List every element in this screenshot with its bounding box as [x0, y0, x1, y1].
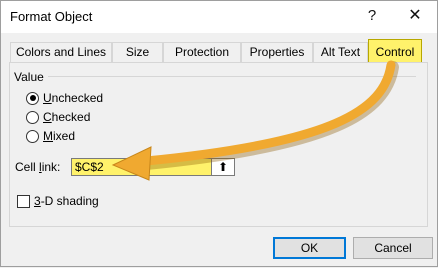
radio-mixed[interactable]: Mixed [26, 128, 75, 144]
format-object-dialog: Format Object ? ✕ Colors and Lines Size … [0, 0, 438, 267]
dialog-title: Format Object [10, 9, 93, 24]
tab-protection[interactable]: Protection [163, 42, 241, 62]
radio-button-icon[interactable] [26, 91, 39, 105]
cell-link-label: Cell link: [15, 160, 61, 174]
cancel-button[interactable]: Cancel [353, 237, 433, 259]
collapse-dialog-button[interactable]: ⬆ [211, 158, 235, 176]
shading-checkbox-row[interactable]: 3-D shading [17, 194, 99, 208]
collapse-dialog-icon: ⬆ [217, 160, 229, 174]
title-bar: Format Object ? ✕ [1, 1, 437, 33]
tab-colors-and-lines[interactable]: Colors and Lines [10, 42, 112, 62]
radio-button-icon[interactable] [26, 110, 39, 124]
tab-alt-text[interactable]: Alt Text [313, 42, 368, 62]
radio-unchecked[interactable]: Unchecked [26, 90, 103, 106]
radio-unchecked-label: Unchecked [43, 91, 104, 105]
radio-button-icon[interactable] [26, 129, 39, 143]
cell-link-input[interactable]: $C$2 [71, 158, 216, 176]
tab-properties[interactable]: Properties [241, 42, 313, 62]
checkbox-3d-shading[interactable] [17, 194, 30, 208]
tab-size[interactable]: Size [112, 42, 163, 62]
help-button[interactable]: ? [359, 3, 385, 29]
value-group-label: Value [14, 70, 44, 84]
radio-mixed-label: Mixed [43, 129, 76, 143]
ok-button[interactable]: OK [273, 237, 346, 259]
radio-checked[interactable]: Checked [26, 109, 90, 125]
value-group-divider [48, 76, 416, 77]
close-button[interactable]: ✕ [401, 3, 429, 29]
radio-checked-label: Checked [43, 110, 91, 124]
shading-label: 3-D shading [34, 194, 99, 208]
tab-control[interactable]: Control [368, 39, 422, 63]
